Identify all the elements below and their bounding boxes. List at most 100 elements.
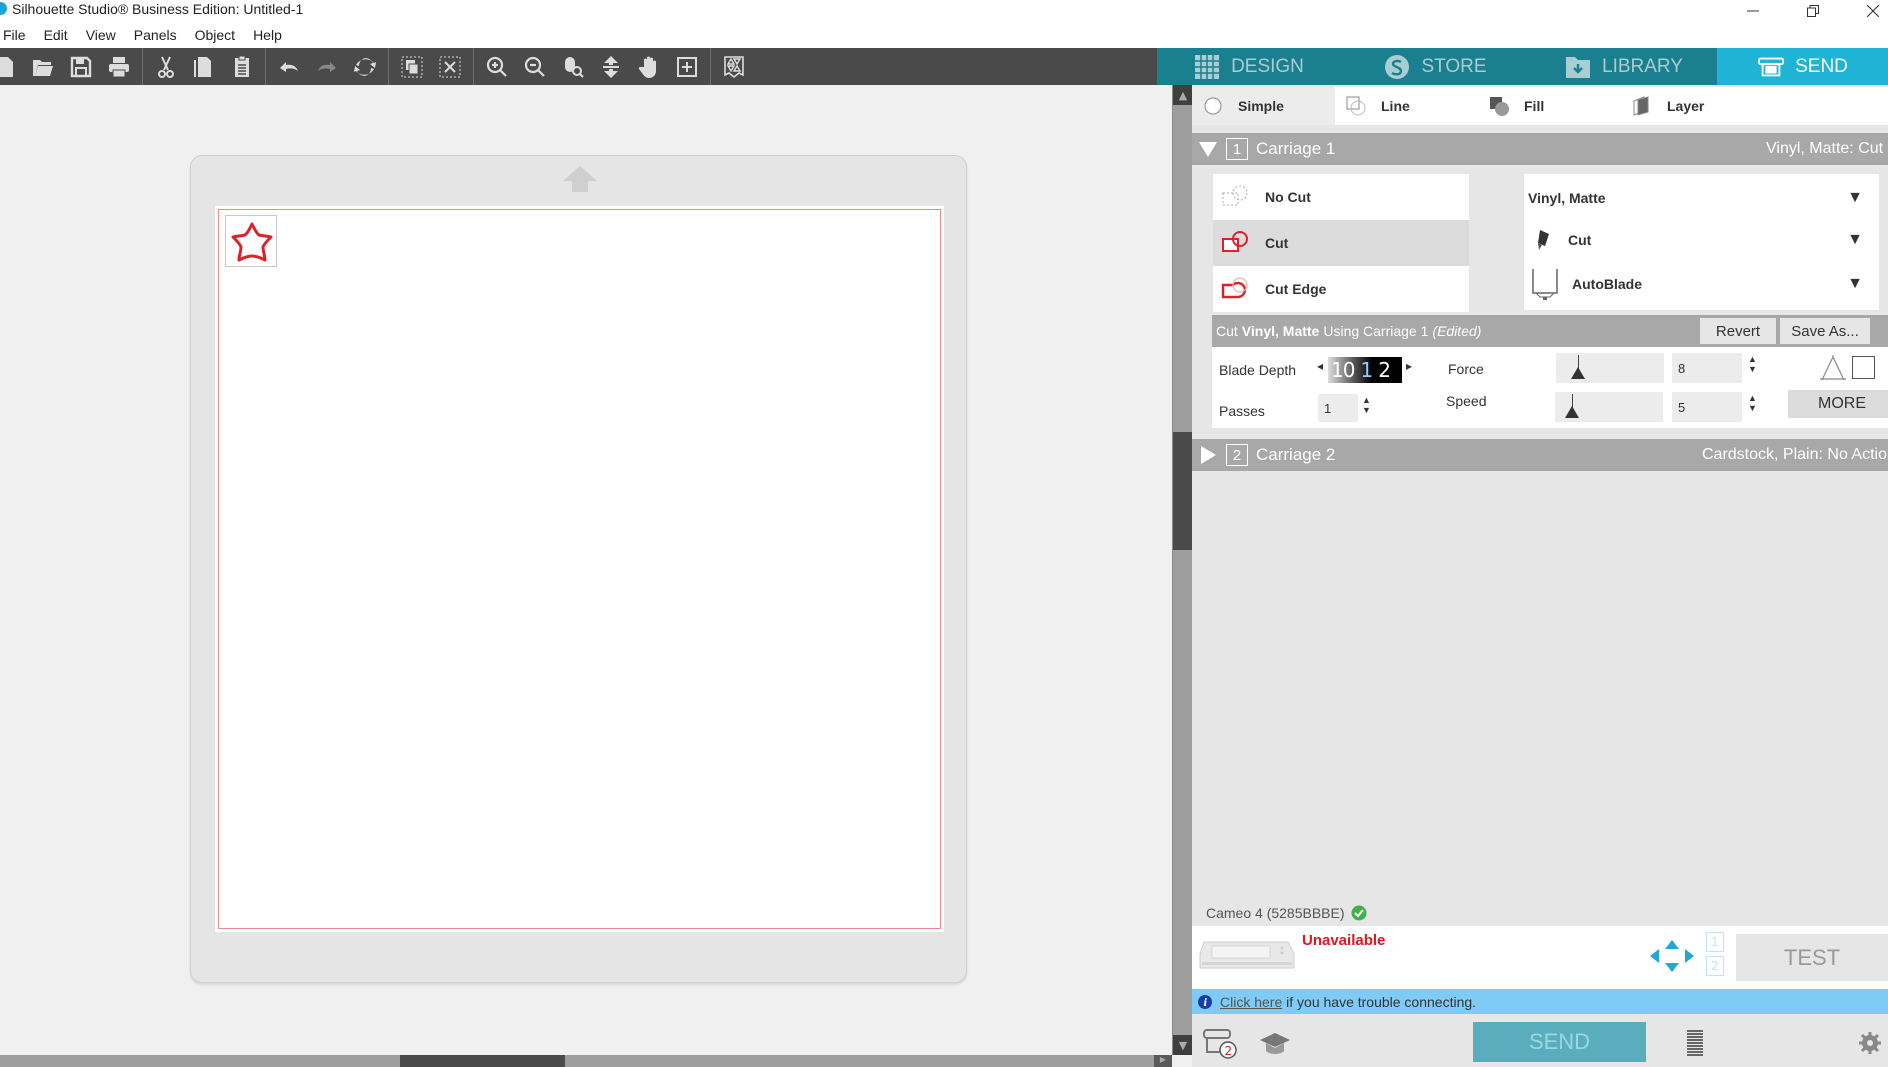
clipboard-tools [143,48,266,85]
save-button[interactable] [62,50,100,84]
carriage-2-header[interactable]: 2 Carriage 2 Cardstock, Plain: No Action [1192,439,1888,471]
select-all-button[interactable] [393,50,431,84]
open-button[interactable] [24,50,62,84]
radio-icon [1204,97,1222,115]
job-list-icon[interactable] [1686,1029,1704,1057]
copy-icon [194,56,211,77]
new-document-button[interactable] [0,50,24,84]
vertical-scroll-thumb[interactable] [1173,432,1193,550]
speed-slider[interactable] [1555,392,1663,422]
menu-panels[interactable]: Panels [125,27,186,43]
send-button[interactable]: SEND [1473,1022,1646,1062]
blade-calibration-checkbox[interactable] [1852,356,1875,379]
material-settings: Vinyl, Matte ▼ Cut ▼ AutoBlade ▼ [1524,174,1879,310]
collapse-chevron-icon[interactable] [1194,140,1222,158]
carriage-1-header[interactable]: 1 Carriage 1 Vinyl, Matte: Cut [1192,133,1888,165]
redo-button[interactable] [308,50,346,84]
carriage-2-indicator[interactable]: 2 [1706,956,1724,976]
blade-depth-dial[interactable]: 10 1 2 [1328,357,1402,383]
zoom-selection-button[interactable] [554,50,592,84]
star-shape[interactable] [225,215,277,267]
action-no-cut[interactable]: No Cut [1213,174,1469,220]
horizontal-scroll-thumb[interactable] [400,1055,565,1067]
blade-depth-decrease[interactable]: ◂ [1317,359,1323,373]
force-stepper[interactable]: ▲ ▼ [1748,354,1757,374]
click-here-link[interactable]: Click here [1220,994,1282,1010]
menu-view[interactable]: View [77,27,125,43]
more-button[interactable]: MORE [1788,390,1888,418]
minimize-icon [1747,10,1759,12]
action-cut-edge[interactable]: Cut Edge [1213,266,1469,312]
title-bar: Silhouette Studio® Business Edition: Unt… [0,0,1888,22]
menu-object[interactable]: Object [186,27,244,43]
library-download-icon [1566,56,1591,78]
fit-to-page-button[interactable] [668,50,706,84]
mode-fill[interactable]: Fill [1478,87,1621,125]
print-button[interactable] [100,50,138,84]
menu-edit[interactable]: Edit [35,27,77,43]
blade-depth-current: 1 [1360,358,1373,382]
passes-input[interactable]: 1 [1318,394,1358,422]
mode-fill-label: Fill [1524,98,1545,114]
hand-icon [638,56,656,78]
expand-chevron-icon[interactable] [1194,445,1222,465]
scissors-icon [158,56,174,78]
paste-button[interactable] [223,50,261,84]
scroll-up-button[interactable]: ▲ [1173,85,1193,105]
device-row: Unavailable 1 2 TEST [1192,926,1888,989]
mode-simple[interactable]: Simple [1192,87,1335,125]
tab-send[interactable]: SEND [1717,48,1888,85]
copy-button[interactable] [185,50,223,84]
restore-button[interactable] [1790,0,1836,22]
test-button[interactable]: TEST [1736,934,1888,981]
minimize-button[interactable] [1730,0,1776,22]
blade-calibration-icon[interactable] [1818,355,1852,383]
material-select[interactable]: Vinyl, Matte ▼ [1524,178,1879,218]
carriage-1-indicator[interactable]: 1 [1706,932,1724,952]
close-button[interactable] [1850,0,1888,22]
action-cut[interactable]: Cut [1213,220,1469,266]
tab-library[interactable]: LIBRARY [1530,48,1717,85]
send-queue-icon[interactable]: 2 [1202,1026,1240,1060]
scroll-down-button[interactable]: ▼ [1173,1035,1193,1055]
mode-line[interactable]: Line [1335,87,1478,125]
svg-text:2: 2 [1225,1044,1233,1058]
revert-button[interactable]: Revert [1700,318,1776,344]
mode-layer[interactable]: Layer [1621,87,1764,125]
arrows-up-down-icon [603,55,619,78]
scroll-right-button[interactable]: ▶ [1154,1055,1172,1067]
tutorial-cap-icon[interactable] [1258,1030,1292,1058]
undo-button[interactable] [270,50,308,84]
move-arrows-icon[interactable] [1648,938,1696,974]
vertical-scrollbar[interactable]: ▲ ▼ [1172,85,1193,1055]
zoom-out-button[interactable] [516,50,554,84]
force-slider[interactable] [1556,353,1664,383]
redraw-button[interactable] [346,50,384,84]
cut-button[interactable] [147,50,185,84]
force-slider-handle[interactable] [1571,367,1585,379]
zoom-in-button[interactable] [478,50,516,84]
device-status: Cameo 4 (5285BBBE) [1192,900,1888,926]
passes-stepper[interactable]: ▲ ▼ [1362,395,1371,415]
menu-help[interactable]: Help [244,27,291,43]
mode-line-label: Line [1381,98,1410,114]
pan-button[interactable] [592,50,630,84]
menu-file[interactable]: File [0,27,35,43]
deselect-button[interactable] [431,50,469,84]
design-canvas[interactable] [0,85,1172,1055]
speed-stepper[interactable]: ▲ ▼ [1748,393,1757,413]
settings-gear-icon[interactable] [1858,1031,1882,1055]
horizontal-scrollbar[interactable]: ▶ [0,1055,1172,1067]
tab-design[interactable]: DESIGN [1157,48,1340,85]
force-input[interactable]: 8 [1672,353,1742,383]
fit-page-icon [677,56,697,77]
action-select[interactable]: Cut ▼ [1524,220,1879,260]
save-as-button[interactable]: Save As... [1780,318,1870,344]
nest-button[interactable] [715,50,753,84]
tab-store[interactable]: STORE [1340,48,1530,85]
tool-select[interactable]: AutoBlade ▼ [1524,264,1879,304]
speed-input[interactable]: 5 [1672,392,1742,422]
blade-depth-increase[interactable]: ▸ [1406,359,1412,373]
speed-slider-handle[interactable] [1565,406,1579,418]
hand-tool-button[interactable] [630,50,668,84]
